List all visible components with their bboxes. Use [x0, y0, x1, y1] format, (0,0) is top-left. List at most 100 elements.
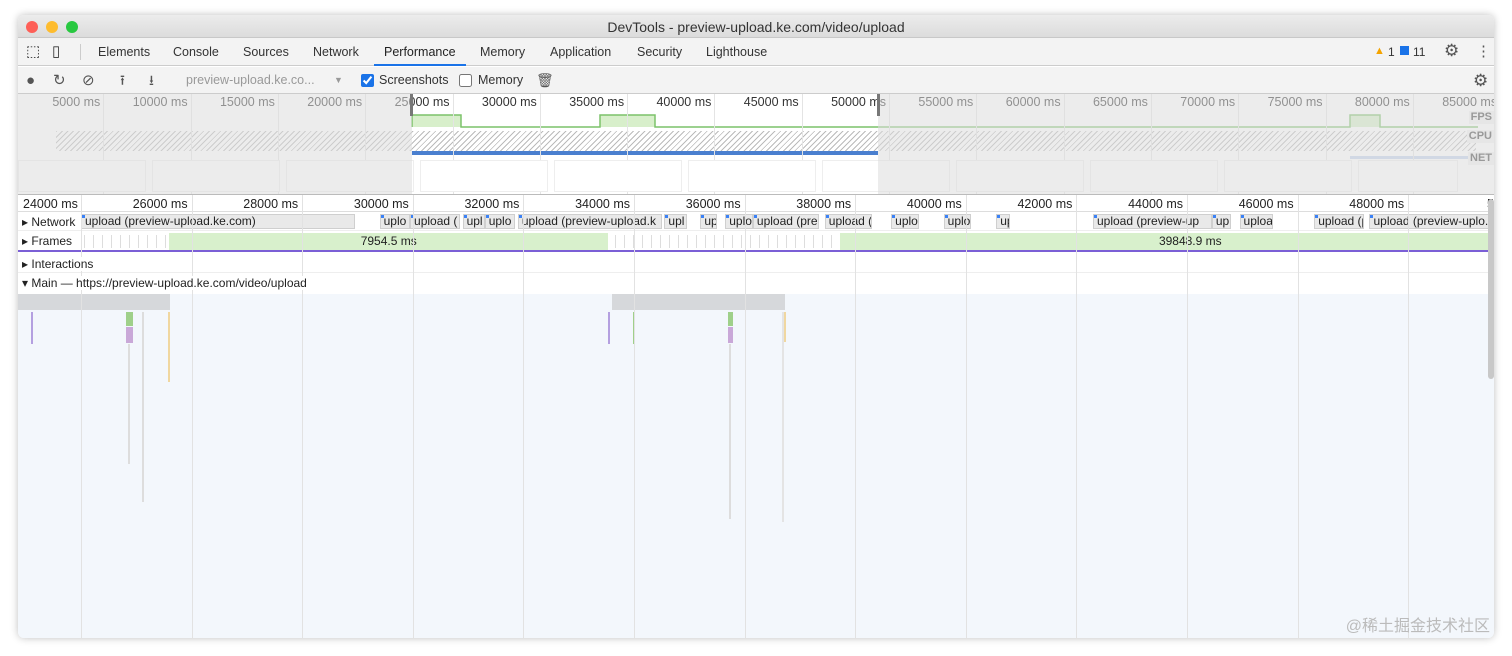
- overview-unselected-right: [878, 94, 1494, 194]
- tab-lighthouse[interactable]: Lighthouse: [706, 38, 767, 66]
- network-request-bar[interactable]: upload (preview-up: [1092, 214, 1212, 229]
- settings-gear-icon[interactable]: ⚙: [1444, 41, 1459, 61]
- interactions-track-label[interactable]: ▸ Interactions: [22, 257, 96, 271]
- timeline-gridline: [634, 195, 635, 638]
- network-request-bar[interactable]: upload: [1239, 214, 1273, 229]
- message-icon[interactable]: [1400, 46, 1409, 55]
- frame-tick: [147, 235, 148, 248]
- task-bar[interactable]: [612, 294, 785, 310]
- warning-count[interactable]: 1: [1388, 45, 1395, 59]
- layout-bar[interactable]: [126, 327, 133, 343]
- call-stack: [168, 312, 170, 382]
- inspect-element-icon[interactable]: ⬚: [26, 38, 40, 66]
- network-request-bar[interactable]: upload (: [410, 214, 460, 229]
- capture-settings-icon[interactable]: ⚙: [1473, 67, 1488, 94]
- network-request-bar[interactable]: upl: [462, 214, 485, 229]
- frame-tick: [768, 235, 769, 248]
- tab-security[interactable]: Security: [637, 38, 682, 66]
- overview-tick-label: 30000 ms: [481, 95, 537, 109]
- download-profile-icon[interactable]: ⭳: [149, 67, 154, 94]
- profile-select[interactable]: preview-upload.ke.co...: [186, 67, 315, 94]
- memory-checkbox[interactable]: [459, 74, 472, 87]
- tab-application[interactable]: Application: [550, 38, 611, 66]
- selection-handle-left[interactable]: [409, 94, 413, 116]
- cpu-label: CPU: [1466, 130, 1494, 143]
- screenshot-thumbnail[interactable]: [688, 160, 816, 192]
- upload-profile-icon[interactable]: ⭱: [120, 67, 125, 94]
- vertical-scrollbar[interactable]: [1488, 199, 1494, 379]
- network-request-bar[interactable]: upl: [664, 214, 687, 229]
- script-bar[interactable]: [728, 312, 733, 326]
- main-track-label[interactable]: ▾ Main — https://preview-upload.ke.com/v…: [22, 276, 309, 290]
- network-track[interactable]: ▸ Network upload (preview-upload.ke.com)…: [18, 212, 1494, 231]
- task-bar[interactable]: [18, 294, 170, 310]
- frame-tick: [660, 235, 661, 248]
- chevron-down-icon[interactable]: ▼: [334, 67, 343, 94]
- frame-tick: [804, 235, 805, 248]
- main-flame-chart[interactable]: [18, 294, 1494, 638]
- screenshots-checkbox[interactable]: [361, 74, 374, 87]
- overview-tick-label: 35000 ms: [569, 95, 625, 109]
- minimize-button[interactable]: [46, 21, 58, 33]
- tab-elements[interactable]: Elements: [98, 38, 150, 66]
- frame-tick: [687, 235, 688, 248]
- main-track-header[interactable]: ▾ Main — https://preview-upload.ke.com/v…: [18, 273, 1494, 294]
- frame-bar[interactable]: 7954.5 ms: [169, 233, 608, 250]
- time-ruler[interactable]: 24000 ms 26000 ms 28000 ms 30000 ms 32000 ms…: [18, 195, 1494, 212]
- frames-track-label[interactable]: ▸ Frames: [22, 234, 75, 248]
- timeline-overview[interactable]: FPS CPU NET 5000 ms10000 ms15000 ms20000…: [18, 94, 1494, 195]
- frame-bar[interactable]: 39848.9 ms: [839, 233, 1494, 250]
- script-bar[interactable]: [126, 312, 133, 326]
- network-request-bar[interactable]: uplo: [484, 214, 516, 229]
- frames-track[interactable]: ▸ Frames 7954.5 ms 39848.9 ms: [18, 231, 1494, 252]
- close-button[interactable]: [26, 21, 38, 33]
- network-request-bar[interactable]: up: [996, 214, 1011, 229]
- network-request-bar[interactable]: uplo: [725, 214, 753, 229]
- more-options-icon[interactable]: ⋮: [1476, 42, 1491, 60]
- network-request-bar[interactable]: upload (pr: [1314, 214, 1364, 229]
- net-chart: [412, 151, 878, 155]
- network-request-bar[interactable]: upload (pre: [752, 214, 820, 229]
- layout-bar[interactable]: [728, 327, 733, 343]
- network-request-bar[interactable]: uplo: [891, 214, 919, 229]
- tab-memory[interactable]: Memory: [480, 38, 525, 66]
- reload-record-icon[interactable]: ↻: [53, 67, 66, 94]
- selection-handle-right[interactable]: [877, 94, 880, 116]
- frame-tick: [156, 235, 157, 248]
- network-request-bar[interactable]: upload (preview-upload.k: [517, 214, 662, 229]
- network-request-bar[interactable]: upload (preview-upload.ke.com): [81, 214, 355, 229]
- frame-tick: [651, 235, 652, 248]
- record-icon[interactable]: ●: [26, 67, 35, 94]
- ruler-tick-label: 38000 ms: [796, 197, 852, 211]
- timeline-gridline: [1187, 195, 1188, 638]
- tab-network[interactable]: Network: [313, 38, 359, 66]
- ruler-tick-label: 46000 ms: [1238, 197, 1294, 211]
- ruler-tick-label: 32000 ms: [464, 197, 520, 211]
- clear-icon[interactable]: ⊘: [82, 67, 95, 94]
- interactions-track[interactable]: ▸ Interactions: [18, 254, 1494, 273]
- message-count[interactable]: 11: [1413, 45, 1425, 59]
- network-request-bar[interactable]: up: [700, 214, 717, 229]
- network-request-bar[interactable]: uplo: [379, 214, 411, 229]
- ruler-tick-label: 42000 ms: [1017, 197, 1073, 211]
- network-request-bar[interactable]: up: [1211, 214, 1232, 229]
- network-track-label[interactable]: ▸ Network: [22, 215, 78, 229]
- overview-tick-label: 45000 ms: [743, 95, 799, 109]
- network-request-bar[interactable]: upload (: [824, 214, 872, 229]
- screenshot-thumbnail[interactable]: [554, 160, 682, 192]
- device-toolbar-icon[interactable]: ▯: [52, 38, 60, 66]
- warning-icon[interactable]: ▲: [1374, 45, 1385, 57]
- network-request-bar[interactable]: upload (preview-uplo...: [1369, 214, 1494, 229]
- overview-tick-label: 40000 ms: [656, 95, 712, 109]
- frame-tick: [120, 235, 121, 248]
- zoom-button[interactable]: [66, 21, 78, 33]
- ruler-tick-label: 24000 ms: [23, 197, 78, 211]
- screenshot-thumbnail[interactable]: [420, 160, 548, 192]
- network-request-bar[interactable]: uplo: [943, 214, 972, 229]
- frame-tick: [786, 235, 787, 248]
- timeline-gridline: [744, 195, 746, 638]
- trash-icon[interactable]: 🗑: [536, 67, 554, 94]
- tab-performance[interactable]: Performance: [374, 38, 466, 66]
- tab-console[interactable]: Console: [173, 38, 219, 66]
- tab-sources[interactable]: Sources: [243, 38, 289, 66]
